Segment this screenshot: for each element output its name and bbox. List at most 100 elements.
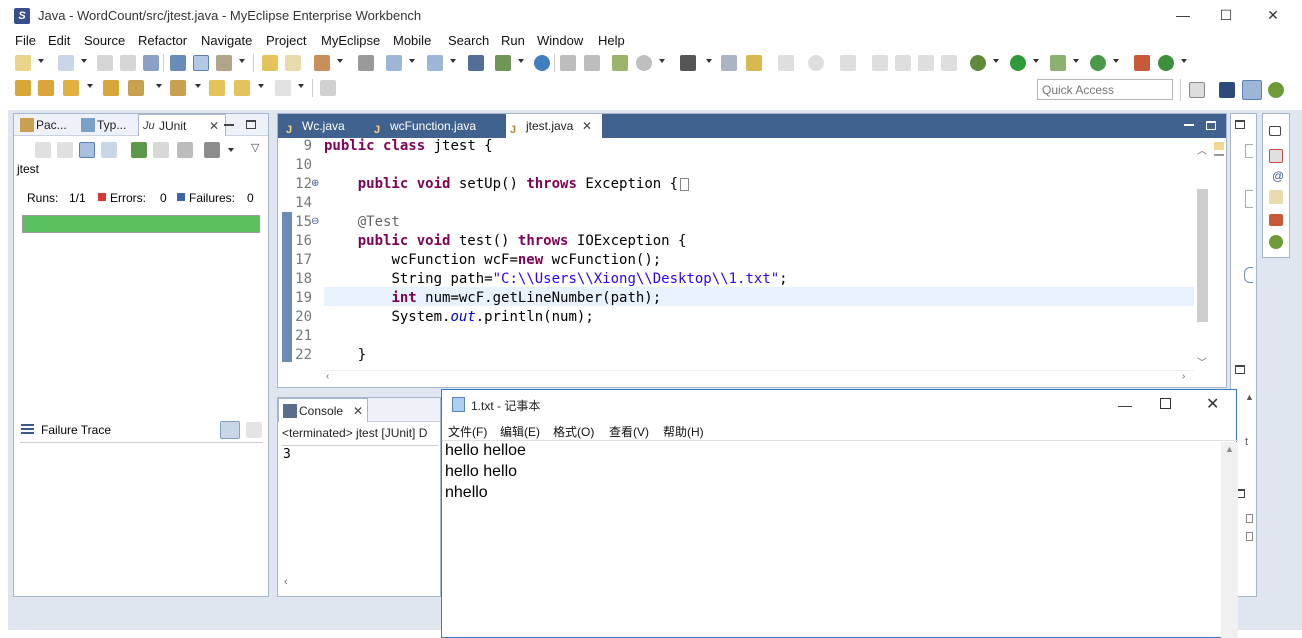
editor-vertical-scrollbar[interactable]: ︿ ﹀ bbox=[1194, 139, 1211, 371]
menu-myeclipse[interactable]: MyEclipse bbox=[321, 33, 380, 48]
run-icon[interactable] bbox=[1010, 55, 1026, 71]
history-icon[interactable] bbox=[204, 142, 220, 158]
new-project-icon[interactable] bbox=[58, 55, 74, 71]
chevron-down-icon[interactable] bbox=[156, 84, 162, 88]
menu-navigate[interactable]: Navigate bbox=[201, 33, 252, 48]
save-all-icon[interactable] bbox=[120, 55, 136, 71]
tab-package-explorer[interactable]: Pac... bbox=[16, 114, 74, 136]
tab-wc-java[interactable]: J Wc.java bbox=[282, 114, 348, 138]
fold-expand-icon[interactable]: ⊕ bbox=[311, 178, 319, 189]
terminal-icon[interactable] bbox=[358, 55, 374, 71]
arrow-right-icon[interactable] bbox=[275, 80, 291, 96]
camera-icon[interactable] bbox=[680, 55, 696, 71]
quick-access-input[interactable] bbox=[1037, 79, 1173, 100]
editor-horizontal-scrollbar[interactable]: ‹ › bbox=[324, 370, 1194, 386]
tab-type-hierarchy[interactable]: Typ... bbox=[77, 114, 137, 136]
code-line-15[interactable]: @Test bbox=[324, 213, 400, 232]
tab-wcfunction-java[interactable]: J wcFunction.java bbox=[370, 114, 488, 138]
fold-collapse-icon[interactable]: ⊖ bbox=[311, 216, 319, 227]
search-icon[interactable] bbox=[386, 55, 402, 71]
prev-annotation-icon[interactable] bbox=[262, 55, 278, 71]
notepad-menu-help[interactable]: 帮助(H) bbox=[663, 423, 704, 440]
notepad-minimize-button[interactable]: — bbox=[1118, 397, 1132, 413]
scroll-up-icon[interactable]: ▲ bbox=[1245, 392, 1254, 402]
run-external-icon[interactable] bbox=[1050, 55, 1066, 71]
prev-edit-icon[interactable] bbox=[170, 80, 186, 96]
debug-bug-icon[interactable] bbox=[1269, 235, 1283, 249]
chevron-down-icon[interactable] bbox=[87, 84, 93, 88]
open-type-icon[interactable] bbox=[314, 55, 330, 71]
database-icon[interactable] bbox=[468, 55, 484, 71]
code-line-22[interactable]: } bbox=[324, 346, 366, 365]
notepad-menu-format[interactable]: 格式(O) bbox=[553, 423, 594, 440]
at-icon[interactable]: @ bbox=[1272, 169, 1284, 183]
code-line-9[interactable]: public class jtest { bbox=[324, 137, 493, 156]
debug-bug-icon[interactable] bbox=[970, 55, 986, 71]
code-line-17[interactable]: wcFunction wcF=new wcFunction(); bbox=[324, 251, 661, 270]
restore-icon[interactable] bbox=[1269, 126, 1281, 136]
notepad-menu-edit[interactable]: 编辑(E) bbox=[500, 423, 540, 440]
close-icon[interactable]: ✕ bbox=[353, 399, 363, 423]
globe-icon[interactable] bbox=[534, 55, 550, 71]
rerun-test-icon[interactable] bbox=[131, 142, 147, 158]
rerun-failed-icon[interactable] bbox=[153, 142, 169, 158]
chevron-down-icon[interactable] bbox=[1033, 59, 1039, 63]
close-icon[interactable]: ✕ bbox=[582, 114, 592, 138]
menu-edit[interactable]: Edit bbox=[48, 33, 70, 48]
stop-icon[interactable] bbox=[177, 142, 193, 158]
next-failure-icon[interactable] bbox=[35, 142, 51, 158]
hammer-icon[interactable] bbox=[216, 55, 232, 71]
tool-icon[interactable] bbox=[1246, 532, 1253, 541]
chevron-down-icon[interactable] bbox=[993, 59, 999, 63]
scroll-lock-icon[interactable] bbox=[101, 142, 117, 158]
open-folder-icon[interactable] bbox=[103, 80, 119, 96]
menu-window[interactable]: Window bbox=[537, 33, 583, 48]
server-icon[interactable] bbox=[170, 55, 186, 71]
scroll-left-icon[interactable]: ‹ bbox=[284, 576, 288, 588]
print-icon[interactable] bbox=[143, 55, 159, 71]
step-return-icon[interactable] bbox=[840, 55, 856, 71]
maximize-editor-icon[interactable] bbox=[1206, 121, 1216, 130]
minimize-view-icon[interactable] bbox=[224, 124, 234, 126]
pin-icon[interactable] bbox=[320, 80, 336, 96]
open-folder-icon[interactable] bbox=[38, 80, 54, 96]
arrow-icon[interactable] bbox=[746, 55, 762, 71]
next-annotation-icon[interactable] bbox=[285, 55, 301, 71]
deploy-icon[interactable] bbox=[193, 55, 209, 71]
java-perspective-icon[interactable] bbox=[1242, 80, 1262, 100]
declaration-icon[interactable] bbox=[1269, 214, 1283, 226]
arrow-left-icon[interactable] bbox=[234, 80, 250, 96]
tool-icon[interactable] bbox=[1246, 514, 1253, 523]
menu-project[interactable]: Project bbox=[266, 33, 306, 48]
chevron-down-icon[interactable] bbox=[195, 84, 201, 88]
tool-icon[interactable] bbox=[560, 55, 576, 71]
config-icon[interactable] bbox=[612, 55, 628, 71]
restore-view-icon[interactable] bbox=[1235, 120, 1245, 129]
maximize-view-icon[interactable] bbox=[246, 120, 256, 129]
suspend-icon[interactable] bbox=[895, 55, 911, 71]
notepad-maximize-button[interactable] bbox=[1160, 398, 1171, 409]
new-class-icon[interactable] bbox=[1158, 55, 1174, 71]
chevron-down-icon[interactable] bbox=[409, 59, 415, 63]
chevron-down-icon[interactable] bbox=[518, 59, 524, 63]
wand-icon[interactable] bbox=[63, 80, 79, 96]
view-menu-icon[interactable]: ▽ bbox=[251, 141, 259, 154]
code-line-19[interactable]: int num=wcF.getLineNumber(path); bbox=[324, 289, 661, 308]
tab-jtest-java[interactable]: J jtest.java ✕ bbox=[506, 114, 602, 138]
coverage-icon[interactable] bbox=[1090, 55, 1106, 71]
chevron-down-icon[interactable] bbox=[1113, 59, 1119, 63]
back-icon[interactable] bbox=[209, 80, 225, 96]
chevron-down-icon[interactable] bbox=[38, 59, 44, 63]
chevron-down-icon[interactable] bbox=[298, 84, 304, 88]
next-edit-icon[interactable] bbox=[128, 80, 144, 96]
refresh-icon[interactable] bbox=[808, 55, 824, 71]
open-folder-icon[interactable] bbox=[15, 80, 31, 96]
tab-console[interactable]: Console ✕ bbox=[278, 398, 368, 422]
folded-code-box[interactable] bbox=[680, 177, 690, 191]
chevron-down-icon[interactable] bbox=[239, 59, 245, 63]
menu-run[interactable]: Run bbox=[501, 33, 525, 48]
chevron-down-icon[interactable] bbox=[81, 59, 87, 63]
compare-icon[interactable] bbox=[246, 422, 262, 438]
chevron-down-icon[interactable] bbox=[258, 84, 264, 88]
javadoc-icon[interactable] bbox=[1269, 190, 1283, 204]
